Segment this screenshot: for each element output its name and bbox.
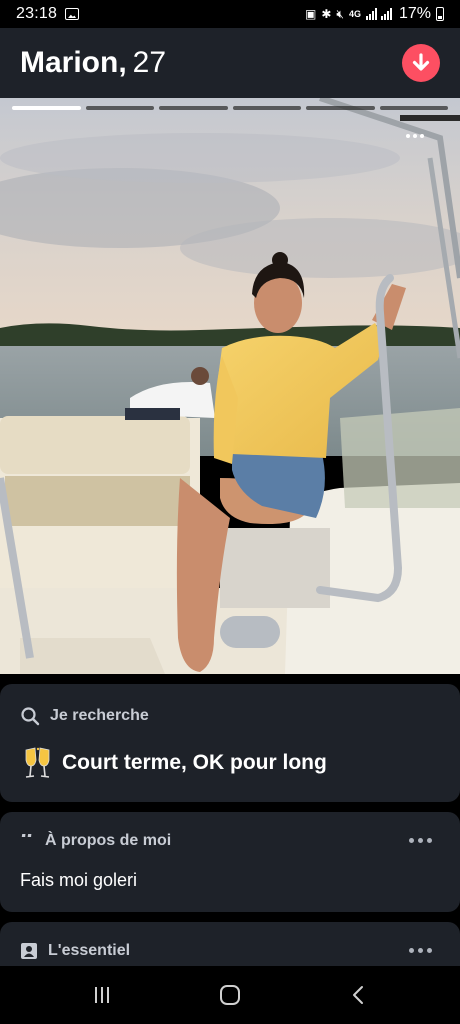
looking-for-header: Je recherche [20,706,149,726]
photo-progress-segment [12,106,81,110]
mute-icon: 🔇︎ [336,7,344,21]
battery-percent: 17% [398,5,431,22]
battery-icon [436,7,444,21]
essentials-card: L'essentiel [0,922,460,966]
profile-details[interactable]: Je recherche Court terme, OK pour long “… [0,674,460,966]
photo-progress-segment [379,106,448,110]
nfc-icon: ▣ [304,7,317,21]
network-type: 4G [348,8,361,19]
system-nav-bar [0,966,460,1024]
profile-photo[interactable] [0,98,460,674]
arrow-down-icon [412,53,430,71]
signal-icon [365,8,392,20]
essentials-heading: L'essentiel [48,942,131,959]
profile-age: 27 [132,46,167,79]
recent-apps-icon[interactable] [95,987,110,1003]
status-bar: 23:18 ▣ ✱ 🔇︎ 4G 17% [0,0,460,28]
looking-for-card: Je recherche Court terme, OK pour long [0,684,460,802]
collapse-profile-button[interactable] [402,44,440,82]
essentials-header: L'essentiel [20,942,130,960]
more-horizontal-icon[interactable] [406,134,424,138]
status-time: 23:18 [16,5,58,22]
photo-progress-segment [232,106,301,110]
about-me-text: Fais moi goleri [20,870,138,890]
photo-progress-segment [85,106,154,110]
back-icon[interactable] [351,985,365,1005]
looking-for-heading: Je recherche [50,707,149,724]
about-me-heading: À propos de moi [44,832,172,849]
looking-for-text: Court terme, OK pour long [62,751,327,774]
clinking-glasses-emoji [25,747,50,778]
photo-progress-indicator [12,106,448,110]
gallery-icon [65,8,80,20]
essentials-more-icon[interactable] [409,948,432,953]
photo-progress-segment [306,106,375,110]
about-more-icon[interactable] [409,838,432,843]
quote-icon: “ [20,834,35,848]
about-me-header: “ À propos de moi [20,832,171,850]
id-card-icon [21,943,37,959]
looking-for-value: Court terme, OK pour long [22,746,327,780]
search-icon [21,707,40,726]
profile-name: Marion, [20,46,127,79]
about-me-card: “ À propos de moi Fais moi goleri [0,812,460,912]
home-icon[interactable] [219,985,240,1005]
photo-progress-segment [159,106,228,110]
profile-header: Marion, 27 [0,28,460,98]
bluetooth-icon: ✱ [321,7,332,21]
